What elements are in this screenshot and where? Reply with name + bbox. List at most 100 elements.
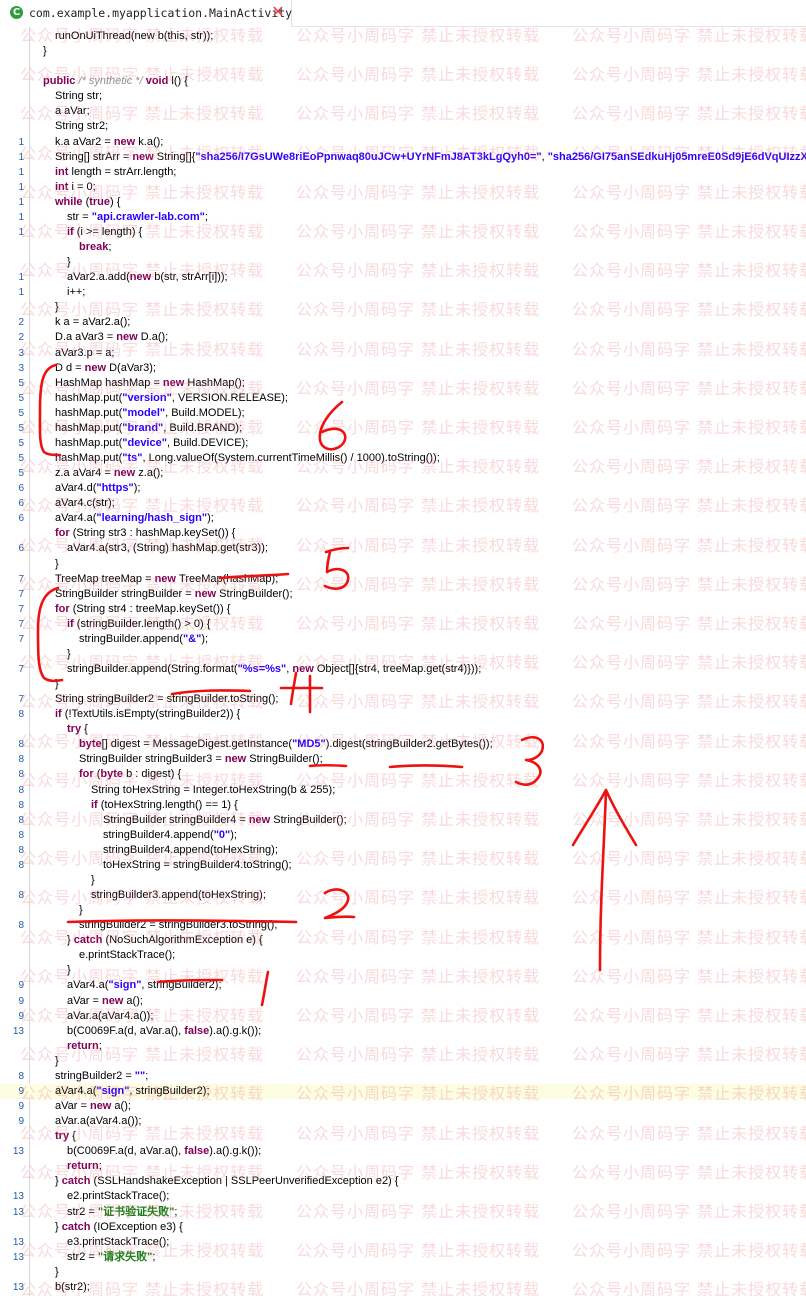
line-number: 8 xyxy=(18,784,24,796)
code-line: 9 aVar = new a(); xyxy=(0,1099,806,1114)
line-number: 7 xyxy=(18,603,24,615)
code-token: true xyxy=(89,195,111,208)
code-token: } xyxy=(43,45,47,58)
line-number: 13 xyxy=(12,1191,24,1203)
code-token: b(C0069F.a(d, aVar.a(), xyxy=(67,1145,185,1158)
code-line: 8 if (toHexString.length() == 1) { xyxy=(0,798,806,813)
code-line: 9 aVar4.a("sign", stringBuilder2); xyxy=(0,1083,806,1099)
code-text: } xyxy=(67,647,71,662)
line-number: 1 xyxy=(18,272,24,284)
code-token: , Build.MODEL); xyxy=(165,406,245,419)
code-line: a aVar; xyxy=(0,104,806,119)
code-token: a(); xyxy=(126,994,143,1007)
line-number: 8 xyxy=(18,709,24,721)
code-text: e2.printStackTrace(); xyxy=(67,1189,169,1204)
code-token: (SSLHandshakeException | SSLPeerUnverifi… xyxy=(93,1175,399,1188)
code-text: aVar4.d("https"); xyxy=(55,481,140,496)
code-token: aVar4.a( xyxy=(67,979,109,992)
code-line: e.printStackTrace(); xyxy=(0,948,806,963)
code-text: } xyxy=(43,44,47,59)
code-token: aVar4.a(str3, (String) hashMap.get(str3)… xyxy=(67,542,268,555)
code-line: } xyxy=(0,873,806,888)
code-token: String toHexString = Integer.toHexString… xyxy=(91,783,336,796)
code-token: new xyxy=(162,376,188,389)
code-token: str2 = xyxy=(67,1250,98,1263)
code-text: String stringBuilder2 = stringBuilder.to… xyxy=(55,692,278,707)
code-token: HashMap hashMap = xyxy=(55,376,163,389)
code-token: "ts" xyxy=(122,452,143,464)
code-token: String stringBuilder2 = stringBuilder.to… xyxy=(55,693,279,706)
code-token: false xyxy=(184,1024,210,1037)
code-token: stringBuilder3.append(toHexString); xyxy=(91,889,266,901)
line-number: 1 xyxy=(18,181,24,193)
code-line: 1 int length = strArr.length; xyxy=(0,165,806,180)
code-text: for (String str3 : hashMap.keySet()) { xyxy=(55,526,235,541)
code-text: if (!TextUtils.isEmpty(stringBuilder2)) … xyxy=(55,707,240,722)
code-token: "https" xyxy=(96,482,134,495)
code-text: e.printStackTrace(); xyxy=(79,948,175,963)
code-token: (!TextUtils.isEmpty(stringBuilder2)) { xyxy=(64,708,241,721)
code-token: false xyxy=(184,1145,210,1158)
code-token: e2.printStackTrace(); xyxy=(67,1190,170,1203)
code-line: 9 aVar.a(aVar4.a()); xyxy=(0,1114,806,1129)
code-line: 13 b(C0069F.a(d, aVar.a(), false).a().g.k… xyxy=(0,1024,806,1039)
code-text: runOnUiThread(new b(this, str)); xyxy=(55,29,213,44)
code-line: 8 for (byte b : digest) { xyxy=(0,767,806,782)
code-token: { xyxy=(84,723,88,736)
code-line: 5 hashMap.put("ts", Long.valueOf(System.c… xyxy=(0,451,806,466)
code-line: } xyxy=(0,963,806,978)
code-text: try { xyxy=(67,722,88,737)
tab-main-activity[interactable]: C com.example.myapplication.MainActivity… xyxy=(0,0,292,27)
code-text: hashMap.put("ts", Long.valueOf(System.cu… xyxy=(55,451,440,466)
code-token: } xyxy=(79,904,83,917)
code-token: ; xyxy=(108,241,112,253)
code-text: int length = strArr.length; xyxy=(55,165,176,180)
code-token: hashMap.put( xyxy=(55,406,123,419)
line-number: 1 xyxy=(18,287,24,299)
code-token: stringBuilder.append( xyxy=(79,632,183,645)
code-line: 5 z.a aVar4 = new z.a(); xyxy=(0,466,806,481)
line-number: 6 xyxy=(18,483,24,495)
code-line: 1 String[] strArr = new String[]{"sha256/… xyxy=(0,150,806,165)
code-token: { xyxy=(72,1130,76,1143)
code-token: StringBuilder(); xyxy=(249,753,323,766)
code-token: if xyxy=(67,617,77,630)
code-token: "sign" xyxy=(96,1084,130,1097)
code-line: 9 aVar4.a("sign", stringBuilder2); xyxy=(0,978,806,993)
close-icon[interactable]: ✕ xyxy=(270,3,286,21)
code-token: "请求失败" xyxy=(97,1250,153,1263)
code-line: 7 StringBuilder stringBuilder = new Strin… xyxy=(0,587,806,602)
code-line: 7 String stringBuilder2 = stringBuilder.t… xyxy=(0,692,806,707)
code-token: for xyxy=(79,768,97,781)
code-line: 13 str2 = "证书验证失败"; xyxy=(0,1205,806,1220)
code-token: String[]{ xyxy=(156,150,196,163)
line-number: 5 xyxy=(18,453,24,464)
code-text: if (i >= length) { xyxy=(67,225,142,240)
line-number: 8 xyxy=(18,920,24,932)
line-number: 7 xyxy=(18,694,24,706)
code-editor[interactable]: runOnUiThread(new b(this, str));} public … xyxy=(0,27,806,1296)
line-number: 9 xyxy=(18,1101,24,1112)
code-token: aVar4.a( xyxy=(55,512,97,525)
code-line: 13 str2 = "请求失败"; xyxy=(0,1250,806,1265)
code-token: stringBuilder2 = xyxy=(55,1069,135,1082)
code-text: stringBuilder2 = ""; xyxy=(55,1069,148,1084)
code-token: "sha256/GI75anSEdkuHj05mreE0Sd9jE6dVqUIz… xyxy=(547,150,806,163)
code-line: 13 e3.printStackTrace(); xyxy=(0,1235,806,1250)
code-text: D d = new D(aVar3); xyxy=(55,361,156,376)
line-number: 8 xyxy=(18,814,24,826)
line-number: 5 xyxy=(18,407,24,419)
code-token: e.printStackTrace(); xyxy=(79,949,176,962)
code-token: StringBuilder stringBuilder3 = xyxy=(79,753,225,766)
code-token: hashMap.put( xyxy=(55,436,123,449)
line-number: 2 xyxy=(18,332,24,344)
code-token: "model" xyxy=(122,406,166,419)
code-text: stringBuilder.append(String.format("%s=%… xyxy=(67,662,481,677)
code-line: 9 aVar = new a(); xyxy=(0,994,806,1009)
code-token: new xyxy=(116,331,141,344)
code-text: String[] strArr = new String[]{"sha256/I… xyxy=(55,150,806,165)
code-token: if xyxy=(67,225,77,238)
code-token: } xyxy=(55,1220,62,1233)
code-token: ); xyxy=(207,512,214,525)
code-token: , Build.BRAND); xyxy=(163,421,243,434)
